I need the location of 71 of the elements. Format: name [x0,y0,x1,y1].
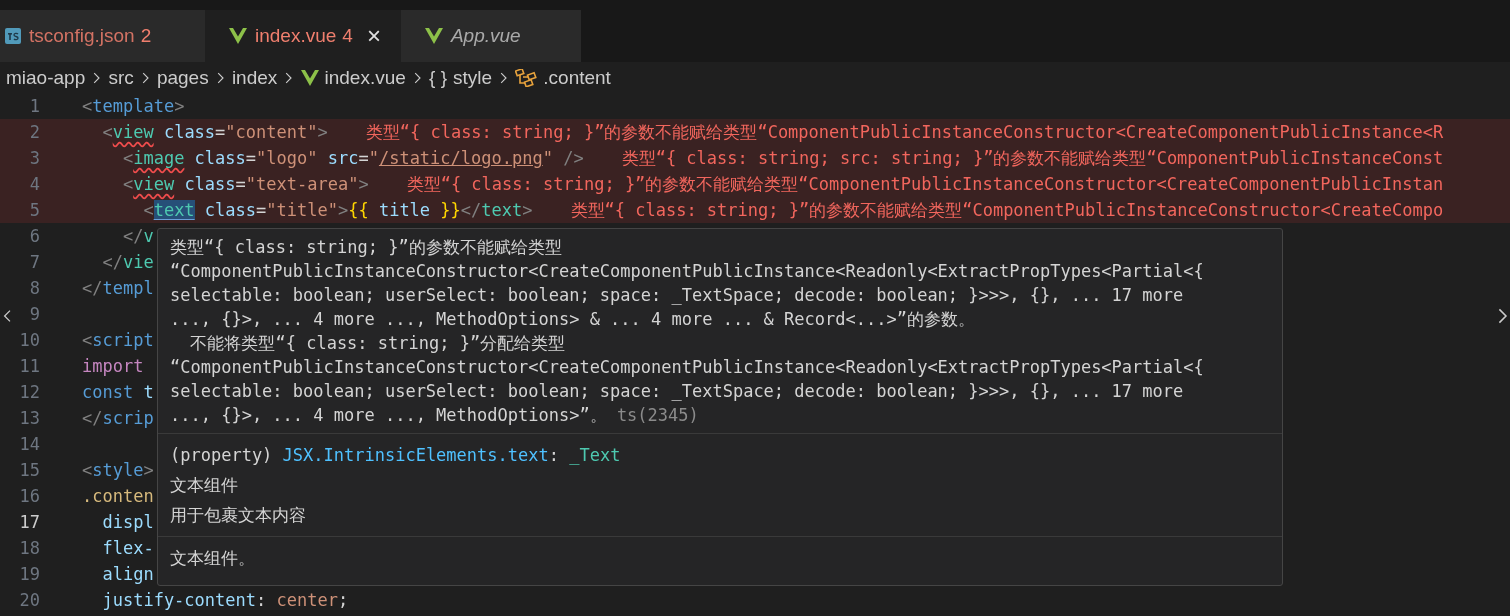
line-number: 15 [18,459,40,482]
line-number: 10 [18,329,40,352]
breadcrumb-item[interactable]: style [453,66,493,89]
class-symbol-icon [515,68,538,87]
code-text: <template> [82,95,185,118]
code-text: align [101,563,154,586]
code-text: justify-content: center; [101,589,349,612]
error-text: 类型“{ class: string; }”的参数不能赋给类型 [170,236,563,259]
doc-text: 文本组件。 [170,547,256,570]
code-text: displ [101,511,154,534]
vue-file-icon [300,69,319,86]
line-number: 4 [28,173,40,196]
error-message: 类型“{ class: string; }”的参数不能赋给类型“ComponentPublicInstanceConstructor<CreateComponentPublicInstance<R [365,121,1444,144]
line-number: 14 [18,433,40,456]
breadcrumb-item[interactable]: index [231,66,278,89]
line-number: 19 [18,563,40,586]
code-text: import [82,355,144,378]
editor-tab[interactable]: index.vue 4 × [205,10,401,62]
error-text: “ComponentPublicInstanceConstructor<CreateComponentPublicInstance<Readonly<ExtractPropTypes<Partial<{ [170,356,1205,379]
code-text: <text class="title">{{ title }}</text> [142,199,533,222]
line-number: 2 [28,121,40,144]
line-number: 1 [28,95,40,118]
code-text: <view class="text-area"> [121,173,369,196]
line-number: 7 [28,251,40,274]
vue-file-icon [229,28,247,44]
code-text: <view class="content"> [101,121,328,144]
doc-text: 文本组件 [170,474,239,497]
error-text: selectable: boolean; userSelect: boolean; space: _TextSpace; decode: boolean; }>>>, {}, ... 17 more [170,284,1185,307]
vue-file-icon [424,28,443,44]
error-message: 类型“{ class: string; }”的参数不能赋给类型“ComponentPublicInstanceConstructor<CreateCompo [570,199,1444,222]
error-text: selectable: boolean; userSelect: boolean; space: _TextSpace; decode: boolean; }>>>, {}, ... 17 more [170,380,1185,403]
line-number: 18 [18,537,40,560]
code-text: flex- [101,537,154,560]
code-text: <image class="logo" src="/static/logo.png" /> [121,147,584,170]
error-text: ..., {}>, ... 4 more ..., MethodOptions>”。 ts(2345) [170,404,700,427]
line-number: 8 [28,277,40,300]
line-number: 17 [18,511,40,534]
line-number: 9 [28,303,40,326]
close-button[interactable]: × [360,22,381,50]
editor-tab[interactable]: App.vue [400,10,581,62]
line-number: 12 [18,381,40,404]
code-text: .conten [82,485,154,508]
error-text: “ComponentPublicInstanceConstructor<CreateComponentPublicInstance<Readonly<ExtractPropTypes<Partial<{ [170,260,1205,283]
doc-text: 用于包裹文本内容 [170,504,307,527]
editor-tab[interactable]: tsconfig.json 2 [0,10,205,62]
breadcrumb-item[interactable]: miao-app [6,66,86,89]
code-text: </templ [82,277,154,300]
breadcrumb-item[interactable]: src [108,66,134,89]
line-number: 5 [28,199,40,222]
type-signature: (property) JSX.IntrinsicElements.text: _Text [170,444,622,467]
breadcrumb-item[interactable]: index.vue [324,66,406,89]
error-text: 不能将类型“{ class: string; }”分配给类型 [189,332,567,355]
line-number: 3 [28,147,40,170]
code-text: <script [82,329,154,352]
code-text: <style> [82,459,154,482]
breadcrumb-item[interactable]: .content [543,66,611,89]
line-number: 11 [18,355,40,378]
code-text: </vie [101,251,154,274]
code-text: const t [82,381,154,404]
error-message: 类型“{ class: string; }”的参数不能赋给类型“ComponentPublicInstanceConstructor<CreateComponentPublicInstan [406,173,1444,196]
line-number: 20 [18,589,40,612]
error-message: 类型“{ class: string; src: string; }”的参数不能赋给类型“ComponentPublicInstanceConst [621,147,1444,170]
breadcrumb-item[interactable]: pages [156,66,209,89]
braces-icon: { } [429,66,447,89]
line-number: 13 [18,407,40,430]
line-number: 6 [28,225,40,248]
code-text: </v [121,225,154,248]
typescript-file-icon [5,28,21,44]
line-number: 16 [18,485,40,508]
error-text: ..., {}>, ... 4 more ..., MethodOptions> & ... 4 more ... & Record<...>”的参数。 [170,308,976,331]
code-text: </scrip [82,407,154,430]
